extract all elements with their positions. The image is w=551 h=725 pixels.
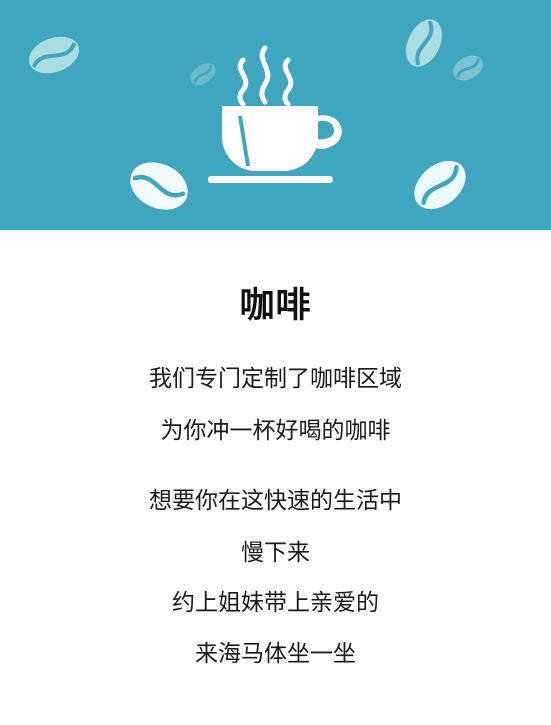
description-line: 来海马体坐一坐 [195, 641, 356, 667]
coffee-banner [0, 0, 551, 230]
description-line: 约上姐妹带上亲爱的 [172, 590, 379, 616]
description-line: 慢下来 [241, 540, 310, 566]
coffee-area-page: 咖啡 我们专门定制了咖啡区域 为你冲一杯好喝的咖啡 想要你在这快速的生活中 慢下… [0, 0, 551, 725]
description-line: 为你冲一杯好喝的咖啡 [160, 418, 391, 444]
coffee-description: 咖啡 我们专门定制了咖啡区域 为你冲一杯好喝的咖啡 想要你在这快速的生活中 慢下… [0, 230, 551, 725]
page-title: 咖啡 [239, 286, 312, 326]
banner-illustration [0, 0, 551, 230]
description-line: 我们专门定制了咖啡区域 [149, 366, 402, 392]
description-line: 想要你在这快速的生活中 [149, 488, 402, 514]
